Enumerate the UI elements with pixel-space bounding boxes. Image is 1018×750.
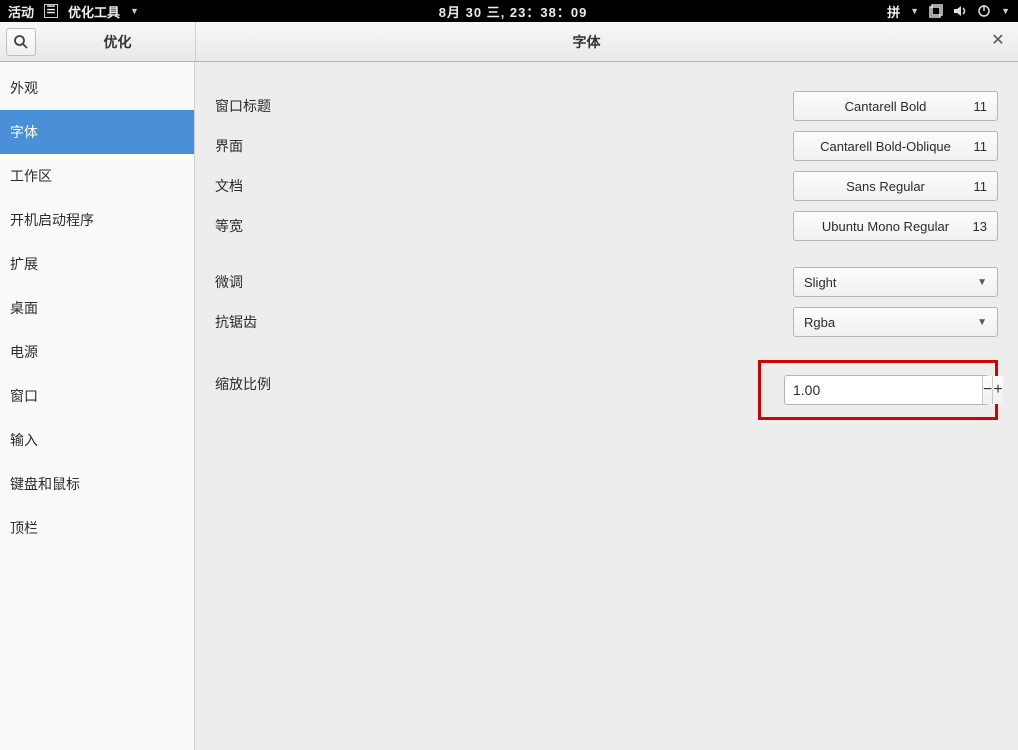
minus-icon: − — [983, 381, 992, 398]
sidebar: 外观 字体 工作区 开机启动程序 扩展 桌面 电源 窗口 输入 键盘和鼠标 顶栏 — [0, 62, 195, 750]
sidebar-item-label: 扩展 — [10, 254, 38, 274]
activities-button[interactable]: 活动 — [8, 2, 34, 21]
sidebar-item-typing[interactable]: 输入 — [0, 418, 194, 462]
sidebar-item-label: 外观 — [10, 78, 38, 98]
chevron-down-icon: ▼ — [910, 6, 919, 16]
sidebar-item-label: 键盘和鼠标 — [10, 474, 80, 494]
system-top-bar: 活动 ☰ 优化工具 ▼ 8月 30 三, 23：38：09 拼 ▼ ▼ — [0, 0, 1018, 22]
app-menu-label[interactable]: 优化工具 — [68, 2, 120, 21]
label-antialiasing: 抗锯齿 — [215, 312, 515, 332]
sidebar-item-windows[interactable]: 窗口 — [0, 374, 194, 418]
clock-label[interactable]: 8月 30 三, 23：38：09 — [139, 2, 887, 21]
row-monospace: 等宽 Ubuntu Mono Regular 13 — [215, 206, 998, 246]
sidebar-item-label: 窗口 — [10, 386, 38, 406]
label-hinting: 微调 — [215, 272, 515, 292]
font-size: 11 — [967, 179, 987, 194]
label-scaling: 缩放比例 — [215, 350, 515, 394]
scaling-decrement-button[interactable]: − — [982, 376, 992, 404]
sidebar-item-label: 字体 — [10, 122, 38, 142]
row-documents: 文档 Sans Regular 11 — [215, 166, 998, 206]
sidebar-item-top-bar[interactable]: 顶栏 — [0, 506, 194, 550]
label-monospace: 等宽 — [215, 216, 515, 236]
search-icon — [13, 34, 29, 50]
sidebar-item-workspaces[interactable]: 工作区 — [0, 154, 194, 198]
app-indicator-icon: ☰ — [44, 4, 58, 18]
close-icon: ✕ — [991, 30, 1004, 50]
font-button-monospace[interactable]: Ubuntu Mono Regular 13 — [793, 211, 998, 241]
row-antialiasing: 抗锯齿 Rgba ▼ — [215, 302, 998, 342]
sidebar-item-power[interactable]: 电源 — [0, 330, 194, 374]
plus-icon: + — [993, 381, 1002, 398]
sidebar-item-fonts[interactable]: 字体 — [0, 110, 194, 154]
sidebar-item-label: 桌面 — [10, 298, 38, 318]
row-hinting: 微调 Slight ▼ — [215, 262, 998, 302]
sidebar-item-desktop[interactable]: 桌面 — [0, 286, 194, 330]
content-pane: 窗口标题 Cantarell Bold 11 界面 Cantarell Bold… — [195, 62, 1018, 750]
scaling-increment-button[interactable]: + — [992, 376, 1002, 404]
input-method-label[interactable]: 拼 — [887, 2, 900, 21]
font-button-documents[interactable]: Sans Regular 11 — [793, 171, 998, 201]
row-scaling: 缩放比例 − + — [215, 350, 998, 420]
font-name: Sans Regular — [804, 179, 967, 194]
combo-value: Rgba — [804, 315, 977, 330]
highlight-annotation: − + — [758, 360, 998, 420]
scaling-input[interactable] — [785, 376, 982, 404]
chevron-down-icon: ▼ — [977, 277, 987, 288]
font-size: 13 — [967, 219, 987, 234]
row-window-titles: 窗口标题 Cantarell Bold 11 — [215, 86, 998, 126]
label-interface: 界面 — [215, 136, 515, 156]
chevron-down-icon: ▼ — [1001, 6, 1010, 16]
close-button[interactable]: ✕ — [988, 30, 1008, 50]
font-size: 11 — [967, 139, 987, 154]
combo-hinting[interactable]: Slight ▼ — [793, 267, 998, 297]
chevron-down-icon: ▼ — [977, 317, 987, 328]
sidebar-item-extensions[interactable]: 扩展 — [0, 242, 194, 286]
chevron-down-icon: ▼ — [130, 6, 139, 16]
page-title: 字体 — [195, 32, 978, 52]
scaling-spinbutton[interactable]: − + — [784, 375, 989, 405]
font-name: Cantarell Bold — [804, 99, 967, 114]
font-button-interface[interactable]: Cantarell Bold-Oblique 11 — [793, 131, 998, 161]
sidebar-item-label: 工作区 — [10, 166, 52, 186]
window-restore-icon[interactable] — [929, 4, 943, 18]
sidebar-item-label: 顶栏 — [10, 518, 38, 538]
font-size: 11 — [967, 99, 987, 114]
font-name: Ubuntu Mono Regular — [804, 219, 967, 234]
font-name: Cantarell Bold-Oblique — [804, 139, 967, 154]
sidebar-item-startup-apps[interactable]: 开机启动程序 — [0, 198, 194, 242]
titlebar: 优化 字体 ✕ — [0, 22, 1018, 62]
sidebar-item-label: 开机启动程序 — [10, 210, 94, 230]
tweaks-window: 优化 字体 ✕ 外观 字体 工作区 开机启动程序 扩展 桌面 电源 窗口 输入 … — [0, 22, 1018, 750]
power-icon[interactable] — [977, 4, 991, 18]
sidebar-item-appearance[interactable]: 外观 — [0, 66, 194, 110]
sidebar-item-label: 输入 — [10, 430, 38, 450]
combo-antialiasing[interactable]: Rgba ▼ — [793, 307, 998, 337]
row-interface: 界面 Cantarell Bold-Oblique 11 — [215, 126, 998, 166]
volume-icon[interactable] — [953, 4, 967, 18]
font-button-window-titles[interactable]: Cantarell Bold 11 — [793, 91, 998, 121]
sidebar-title: 优化 — [40, 32, 195, 52]
sidebar-item-label: 电源 — [10, 342, 38, 362]
label-documents: 文档 — [215, 176, 515, 196]
sidebar-item-keyboard-mouse[interactable]: 键盘和鼠标 — [0, 462, 194, 506]
label-window-titles: 窗口标题 — [215, 96, 515, 116]
combo-value: Slight — [804, 275, 977, 290]
search-button[interactable] — [6, 28, 36, 56]
